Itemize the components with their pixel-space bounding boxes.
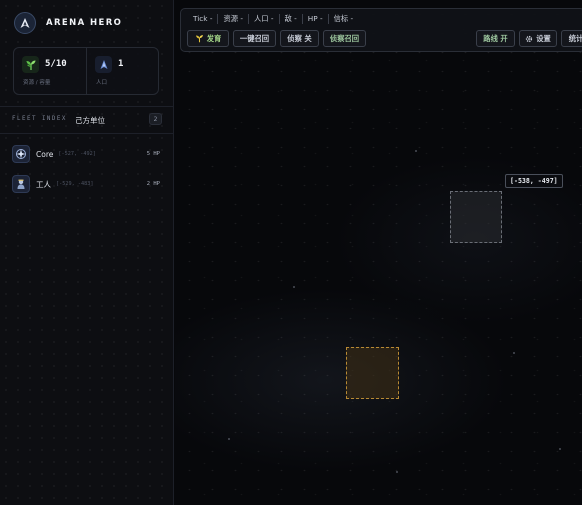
scout-toggle-label: 侦察 关 bbox=[287, 33, 312, 43]
unit-hp: 5 HP bbox=[146, 151, 160, 157]
star bbox=[559, 448, 561, 450]
star bbox=[415, 150, 417, 152]
ship-icon bbox=[95, 56, 112, 73]
grow-button[interactable]: 发育 bbox=[187, 30, 229, 47]
stats-label: 统计 bbox=[568, 33, 582, 43]
star bbox=[396, 471, 398, 473]
resources-stat: 5/10 资源 / 容量 bbox=[14, 48, 86, 94]
brand: ARENA HERO bbox=[14, 12, 122, 34]
unit-row-worker[interactable]: 工人 [-529, -483] 2 HP bbox=[12, 174, 162, 194]
hover-cell[interactable] bbox=[450, 191, 502, 243]
sidebar: ARENA HERO 5/10 资源 / 容量 1 人口 FLEET INDEX… bbox=[0, 0, 174, 505]
unit-coords: [-529, -483] bbox=[56, 181, 94, 187]
stats-card: 5/10 资源 / 容量 1 人口 bbox=[13, 47, 159, 95]
hover-coordinate-label: [-538, -497] bbox=[505, 174, 563, 188]
settings-button[interactable]: 设置 bbox=[519, 30, 557, 47]
star bbox=[293, 286, 295, 288]
tick-chip: Tick - bbox=[191, 14, 219, 24]
population-chip: 人口 - bbox=[249, 14, 280, 24]
fleet-side-label: 己方单位 bbox=[75, 116, 105, 125]
star bbox=[228, 438, 230, 440]
build-placement-cell[interactable] bbox=[346, 347, 399, 399]
population-value: 1 bbox=[118, 59, 124, 69]
unit-coords: [-527, -492] bbox=[58, 151, 96, 157]
game-map[interactable]: Tick - 资源 - 人口 - 敌 - HP - 信标 - 发育 一键召回 侦… bbox=[175, 0, 582, 505]
status-chips: Tick - 资源 - 人口 - 敌 - HP - 信标 - bbox=[191, 14, 358, 24]
starfield bbox=[175, 0, 582, 505]
resources-label: 资源 / 容量 bbox=[23, 80, 51, 86]
arena-logo-icon bbox=[14, 12, 36, 34]
worker-icon bbox=[12, 175, 30, 193]
population-label: 人口 bbox=[96, 80, 108, 86]
star bbox=[513, 352, 515, 354]
sprout-icon bbox=[195, 34, 204, 43]
scout-recall-button[interactable]: 侦察召回 bbox=[323, 30, 366, 47]
scout-recall-label: 侦察召回 bbox=[329, 33, 360, 43]
stats-button[interactable]: 统计 bbox=[561, 30, 582, 47]
resources-value: 5/10 bbox=[45, 59, 67, 69]
unit-name: Core bbox=[36, 149, 54, 159]
enemy-chip: 敌 - bbox=[280, 14, 303, 24]
population-stat: 1 人口 bbox=[86, 48, 158, 94]
recall-all-label: 一键召回 bbox=[239, 33, 270, 43]
settings-label: 设置 bbox=[536, 33, 551, 43]
beacon-chip: 信标 - bbox=[333, 14, 354, 23]
route-toggle-button[interactable]: 路线 开 bbox=[476, 30, 515, 47]
gear-icon bbox=[525, 35, 533, 43]
resource-chip: 资源 - bbox=[218, 14, 249, 24]
sprout-icon bbox=[22, 56, 39, 73]
divider bbox=[0, 133, 174, 134]
scout-toggle-button[interactable]: 侦察 关 bbox=[280, 30, 319, 47]
top-toolbar: Tick - 资源 - 人口 - 敌 - HP - 信标 - 发育 一键召回 侦… bbox=[180, 8, 582, 52]
app-title: ARENA HERO bbox=[46, 18, 123, 28]
fleet-header: FLEET INDEX 己方单位 2 bbox=[12, 113, 162, 125]
unit-name: 工人 bbox=[36, 179, 51, 189]
grow-button-label: 发育 bbox=[206, 33, 222, 43]
recall-all-button[interactable]: 一键召回 bbox=[233, 30, 276, 47]
fleet-count-badge: 2 bbox=[149, 113, 162, 125]
core-icon bbox=[12, 145, 30, 163]
hp-chip: HP - bbox=[303, 14, 329, 24]
unit-hp: 2 HP bbox=[146, 181, 160, 187]
divider bbox=[0, 106, 174, 107]
fleet-title: FLEET INDEX bbox=[12, 116, 67, 122]
route-toggle-label: 路线 开 bbox=[483, 33, 508, 43]
unit-row-core[interactable]: Core [-527, -492] 5 HP bbox=[12, 144, 162, 164]
